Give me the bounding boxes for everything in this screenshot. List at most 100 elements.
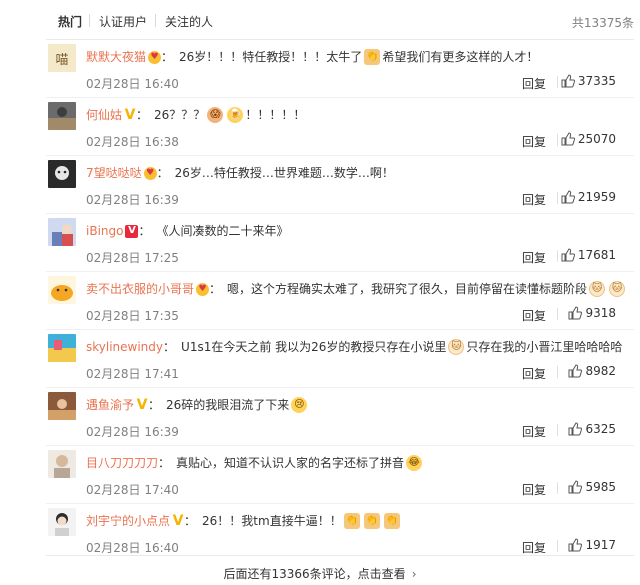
avatar[interactable] (48, 508, 76, 536)
avatar[interactable] (48, 276, 76, 304)
like-button[interactable]: 17681 (561, 248, 616, 262)
comment-body: 刘宇宁的小点点 V ： 26！！我tm直接牛逼！！ 👏 👏 👏 (86, 513, 402, 529)
comment-item: iBingo V ： 《人间凑数的二十来年》 02月28日 17:25 回复 1… (0, 214, 640, 272)
comment-text: U1s1在今天之前 我以为26岁的教授只存在小说里 (181, 340, 447, 354)
avatar[interactable] (48, 450, 76, 478)
reply-button[interactable]: 回复 (522, 191, 546, 208)
avatar[interactable] (48, 102, 76, 130)
comment-item: 何仙姑 V ： 26？？？ 😱 🍺 ！！！！！ 02月28日 16:38 回复 … (0, 98, 640, 156)
action-divider (557, 540, 558, 552)
tab-verified-users[interactable]: 认证用户 (99, 13, 147, 30)
comment-text: 嗯，这个方程确实太难了，我研究了很久，目前停留在读懂标题阶段 (227, 282, 588, 296)
action-divider (557, 250, 558, 262)
colon: ： (184, 514, 197, 528)
comment-item: 卖不出衣服的小哥哥 ♥ ： 嗯，这个方程确实太难了，我研究了很久，目前停留在读懂… (0, 272, 640, 330)
colon: ： (138, 224, 151, 238)
colon: ： (163, 340, 176, 354)
comment-body: 卖不出衣服的小哥哥 ♥ ： 嗯，这个方程确实太难了，我研究了很久，目前停留在读懂… (86, 281, 627, 297)
like-count: 37335 (577, 74, 616, 88)
comment-date: 02月28日 16:39 (86, 425, 179, 439)
clapping-emoji-icon: 👏 (364, 49, 381, 65)
reply-button[interactable]: 回复 (522, 423, 546, 440)
reply-button[interactable]: 回复 (522, 365, 546, 382)
avatar[interactable] (48, 334, 76, 362)
thumbs-up-icon (568, 306, 583, 320)
thumbs-up-icon (568, 538, 583, 552)
tab-following[interactable]: 关注的人 (165, 13, 213, 30)
comment-item: 喵 默默大夜猫 ♥ ： 26岁！！！特任教授！！！太牛了 👏 希望我们有更多这样… (0, 40, 640, 98)
avatar[interactable] (48, 160, 76, 188)
comment-item: 7望哒哒哒 ♥ ： 26岁…特任教授…世界难题…数学…啊！ 02月28日 16:… (0, 156, 640, 214)
verified-v-icon: V (172, 513, 184, 529)
reply-button[interactable]: 回复 (522, 249, 546, 266)
comment-text: 只存在我的小晋江里哈哈哈哈 (466, 340, 623, 354)
comment-username[interactable]: 何仙姑 (86, 107, 122, 123)
comment-body: skylinewindy ： U1s1在今天之前 我以为26岁的教授只存在小说里… (86, 339, 622, 355)
comment-username[interactable]: 遇鱼渝予 (86, 397, 134, 413)
action-divider (557, 76, 558, 88)
avatar[interactable] (48, 392, 76, 420)
like-count: 9318 (585, 306, 616, 320)
reply-button[interactable]: 回复 (522, 307, 546, 324)
footer-divider (46, 555, 634, 556)
comment-text: ！！！！！ (245, 108, 306, 122)
comment-username[interactable]: 刘宇宁的小点点 (86, 513, 170, 529)
comment-panel: 热门 认证用户 关注的人 共13375条 喵 默默大夜猫 ♥ ： 26岁！！！特… (0, 0, 640, 585)
like-button[interactable]: 8982 (568, 364, 616, 378)
reply-button[interactable]: 回复 (522, 481, 546, 498)
clapping-emoji-icon: 👏 (343, 513, 360, 529)
comment-text: 26岁！！！特任教授！！！太牛了 (179, 50, 363, 64)
clapping-emoji-icon: 👏 (363, 513, 380, 529)
like-button[interactable]: 1917 (568, 538, 616, 552)
cat-emoji-icon: 🐱 (609, 281, 626, 297)
like-button[interactable]: 21959 (561, 190, 616, 204)
total-comment-count: 共13375条 (571, 16, 634, 30)
tab-divider (89, 14, 90, 27)
avatar[interactable] (48, 218, 76, 246)
load-more-link[interactable]: 后面还有13366条评论，点击查看 › (0, 565, 640, 582)
reply-button[interactable]: 回复 (522, 539, 546, 556)
reply-button[interactable]: 回复 (522, 133, 546, 150)
comment-username[interactable]: 默默大夜猫 (86, 49, 146, 65)
thumbs-up-icon (561, 248, 575, 262)
fan-heart-icon: ♥ (143, 166, 157, 180)
comment-username[interactable]: 卖不出衣服的小哥哥 (86, 281, 194, 297)
comment-text: 真贴心，知道不认识人家的名字还标了拼音 (176, 456, 405, 470)
tab-hot[interactable]: 热门 (58, 13, 82, 30)
comment-username[interactable]: iBingo (86, 223, 123, 239)
verified-v-icon: V (124, 107, 136, 123)
like-count: 8982 (585, 364, 616, 378)
comment-username[interactable]: skylinewindy (86, 339, 163, 355)
like-count: 25070 (577, 132, 616, 146)
like-count: 21959 (577, 190, 616, 204)
reply-button[interactable]: 回复 (522, 75, 546, 92)
comment-text: 26碎的我眼泪流了下来 (166, 398, 290, 412)
comment-item: skylinewindy ： U1s1在今天之前 我以为26岁的教授只存在小说里… (0, 330, 640, 388)
verified-v-icon: V (136, 397, 148, 413)
comment-date: 02月28日 17:35 (86, 309, 179, 323)
like-count: 5985 (585, 480, 616, 494)
like-button[interactable]: 5985 (568, 480, 616, 494)
like-button[interactable]: 6325 (568, 422, 616, 436)
comment-body: 目八刀刀刀刀 ： 真贴心，知道不认识人家的名字还标了拼音 😂 (86, 455, 424, 471)
colon: ： (136, 108, 149, 122)
thumbs-up-icon (561, 74, 575, 88)
avatar[interactable]: 喵 (48, 44, 76, 72)
like-count: 6325 (585, 422, 616, 436)
thumbs-up-icon (568, 364, 583, 378)
thumbs-up-icon (561, 190, 575, 204)
cat-emoji-icon: 🐱 (589, 281, 606, 297)
comment-body: 遇鱼渝予 V ： 26碎的我眼泪流了下来 😢 (86, 397, 309, 413)
comment-body: 默默大夜猫 ♥ ： 26岁！！！特任教授！！！太牛了 👏 希望我们有更多这样的人… (86, 49, 538, 65)
clapping-emoji-icon: 👏 (383, 513, 400, 529)
colon: ： (158, 456, 171, 470)
like-button[interactable]: 9318 (568, 306, 616, 320)
like-button[interactable]: 37335 (561, 74, 616, 88)
action-divider (557, 482, 558, 494)
comment-username[interactable]: 目八刀刀刀刀 (86, 455, 158, 471)
like-count: 1917 (585, 538, 616, 552)
comment-username[interactable]: 7望哒哒哒 (86, 165, 142, 181)
laughing-emoji-icon: 😂 (406, 455, 423, 471)
like-button[interactable]: 25070 (561, 132, 616, 146)
comment-date: 02月28日 16:40 (86, 541, 179, 555)
